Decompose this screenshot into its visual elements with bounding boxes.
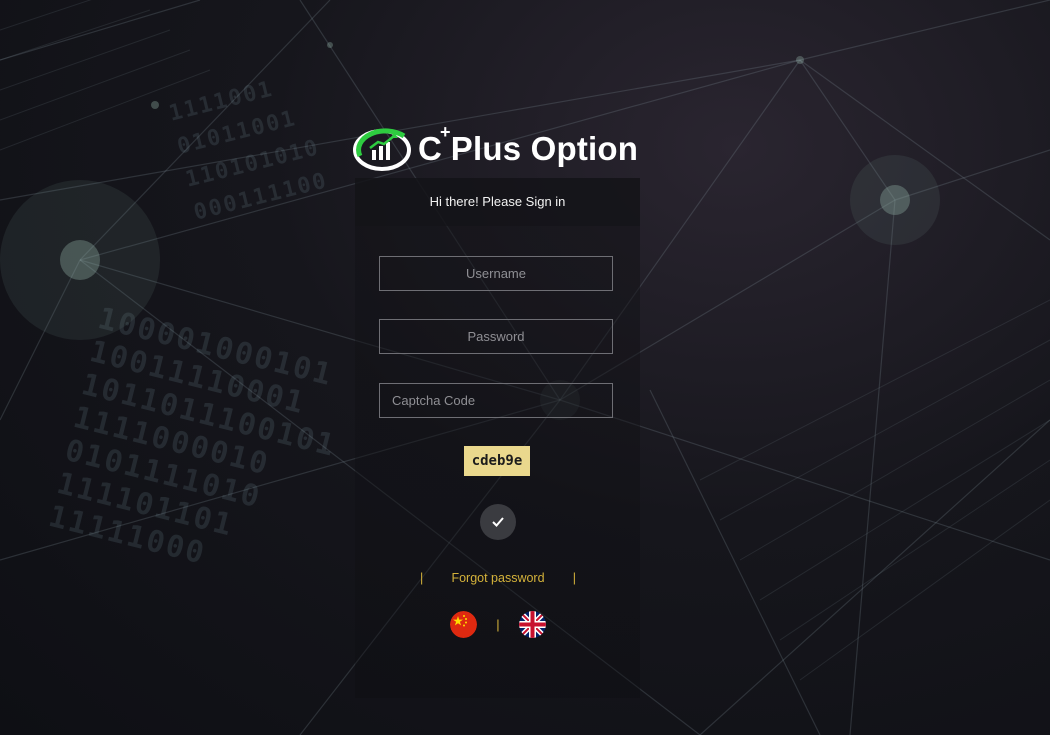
login-greeting: Hi there! Please Sign in [355,178,640,226]
brand-name-prefix: C [418,130,443,167]
captcha-image[interactable]: cdeb9e [464,446,530,476]
china-flag-icon[interactable] [450,610,477,638]
separator: | [420,571,424,585]
forgot-password-link[interactable]: Forgot password [451,571,544,585]
password-input[interactable] [379,319,613,354]
sign-in-button[interactable] [480,504,516,540]
chart-growth-icon [353,128,411,171]
separator: | [572,571,576,585]
separator: | [496,616,500,632]
forgot-password-row: | Forgot password | [420,568,576,588]
check-icon [492,517,504,527]
brand-logo: C+Plus Option [352,122,652,176]
username-input[interactable] [379,256,613,291]
captcha-input[interactable] [379,383,613,418]
language-switcher: | [450,610,546,638]
brand-name-plus: + [440,122,451,142]
brand-name: C+Plus Option [418,122,639,168]
uk-flag-icon[interactable] [518,610,546,638]
brand-name-rest: Plus Option [450,130,639,167]
